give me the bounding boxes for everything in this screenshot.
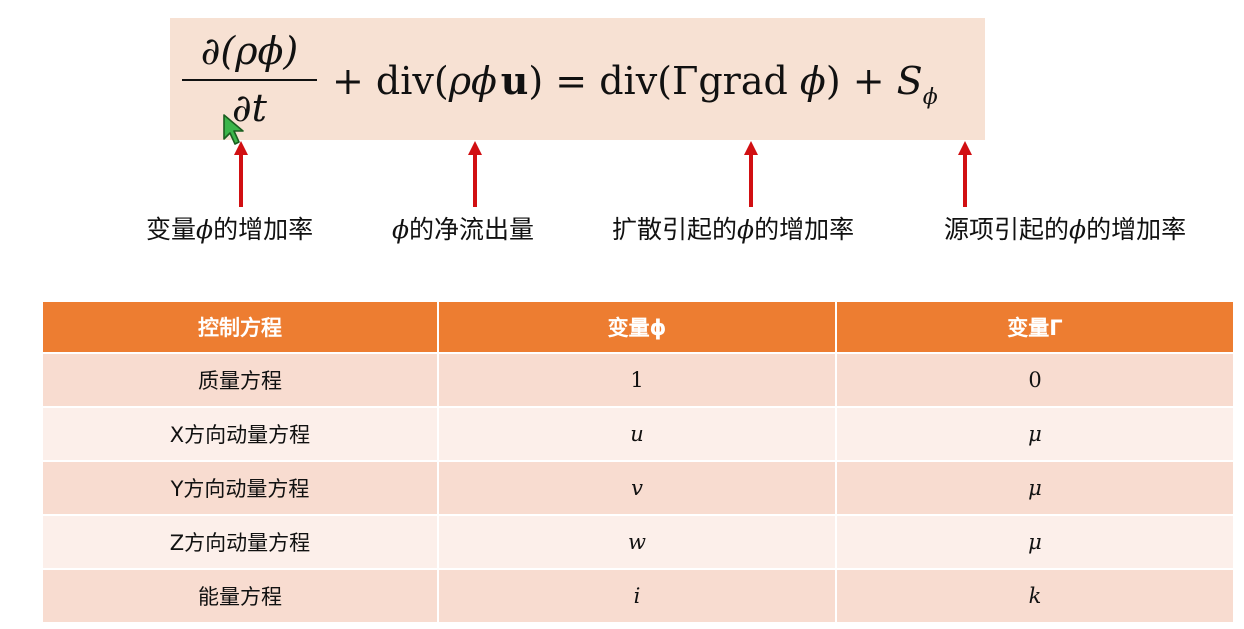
cell-equation: 质量方程 (41, 352, 439, 408)
cell-gamma: k (835, 568, 1235, 624)
annotation-text: 扩散引起的 (612, 215, 738, 244)
annotation-phi: ϕ (1069, 215, 1087, 244)
equation-rest: + div(ρϕ u) = div(Γgrad ϕ) + Sϕ (332, 56, 938, 110)
cell-gamma: μ (835, 406, 1235, 462)
eq-velocity-u: u (500, 58, 529, 103)
eq-source-S: S (896, 59, 923, 103)
arrow-icon (468, 141, 482, 207)
annotation-text: 源项引起的 (944, 215, 1070, 244)
cell-gamma: μ (835, 460, 1235, 516)
eq-equals-div: ) = div(Γgrad (528, 59, 800, 103)
table-row: Z方向动量方程 w μ (41, 514, 1235, 570)
equation-box: ∂(ρϕ) ∂t + div(ρϕ u) = div(Γgrad ϕ) + Sϕ (170, 18, 985, 140)
cell-phi: u (437, 406, 837, 462)
table-header-row: 控制方程 变量ϕ 变量Γ (41, 300, 1235, 354)
fraction-bar (182, 79, 317, 81)
annotation-net-outflow: ϕ的净流出量 (392, 210, 534, 246)
cell-gamma: 0 (835, 352, 1235, 408)
fraction-denominator: ∂t (232, 86, 267, 130)
time-derivative-fraction: ∂(ρϕ) ∂t (182, 26, 317, 133)
annotation-diffusion: 扩散引起的ϕ的增加率 (612, 210, 854, 246)
cell-phi: 1 (437, 352, 837, 408)
annotation-source: 源项引起的ϕ的增加率 (944, 210, 1186, 246)
table-row: Y方向动量方程 v μ (41, 460, 1235, 516)
annotation-text: 变量 (146, 215, 197, 244)
table-row: 质量方程 1 0 (41, 352, 1235, 408)
cell-phi: w (437, 514, 837, 570)
annotation-phi: ϕ (392, 215, 410, 244)
eq-phi: ϕ (799, 59, 826, 103)
header-variable-gamma: 变量Γ (835, 300, 1235, 354)
annotation-text: 的净流出量 (409, 215, 535, 244)
cell-equation: X方向动量方程 (41, 406, 439, 462)
cell-equation: 能量方程 (41, 568, 439, 624)
annotation-text: 的增加率 (213, 215, 314, 244)
arrow-icon (744, 141, 758, 207)
cell-phi: i (437, 568, 837, 624)
eq-plus-div: + div( (332, 59, 449, 103)
variables-table: 控制方程 变量ϕ 变量Γ 质量方程 1 0 X方向动量方程 u μ Y方向动量方… (41, 300, 1235, 624)
cell-phi: v (437, 460, 837, 516)
arrow-icon (958, 141, 972, 207)
annotation-text: 的增加率 (754, 215, 855, 244)
annotation-text: 的增加率 (1086, 215, 1187, 244)
table-row: 能量方程 i k (41, 568, 1235, 624)
eq-source-subscript: ϕ (922, 85, 938, 110)
cell-equation: Z方向动量方程 (41, 514, 439, 570)
eq-close-plus: ) + (825, 59, 897, 103)
arrow-icon (234, 141, 248, 207)
annotation-rate-of-change: 变量ϕ的增加率 (146, 210, 313, 246)
annotation-phi: ϕ (196, 215, 214, 244)
header-variable-phi: 变量ϕ (437, 300, 837, 354)
fraction-numerator: ∂(ρϕ) (200, 29, 299, 73)
table-row: X方向动量方程 u μ (41, 406, 1235, 462)
eq-rho-phi: ρϕ (448, 59, 497, 103)
governing-equation: ∂(ρϕ) ∂t + div(ρϕ u) = div(Γgrad ϕ) + Sϕ (170, 18, 985, 140)
annotation-phi: ϕ (737, 215, 755, 244)
cell-equation: Y方向动量方程 (41, 460, 439, 516)
cell-gamma: μ (835, 514, 1235, 570)
header-equation: 控制方程 (41, 300, 439, 354)
